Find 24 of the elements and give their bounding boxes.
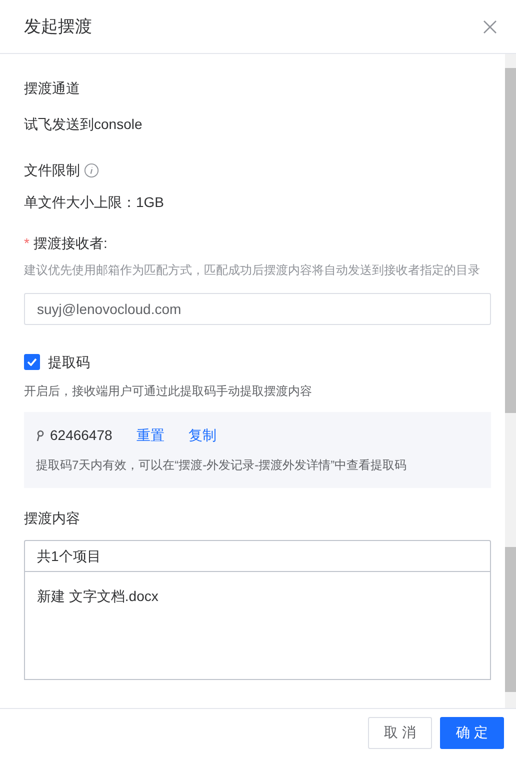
field-value: 试飞发送到console bbox=[24, 115, 144, 134]
file-item[interactable]: 新建 文字文档.docx bbox=[37, 586, 478, 606]
field-label: 摆渡内容 bbox=[24, 509, 81, 528]
extraction-code: 62466478 bbox=[50, 426, 112, 445]
info-icon[interactable] bbox=[84, 162, 99, 178]
email-field[interactable]: suyj@lenovocloud.com bbox=[24, 293, 491, 325]
note-text: 提取码7天内有效，可以在“摆渡-外发记录-摆渡外发详情”中查看提取码 bbox=[36, 457, 408, 473]
item-count: 共1个项目 bbox=[37, 546, 101, 566]
checkbox-label: 提取码 bbox=[48, 353, 90, 372]
dialog-title: 发起摆渡 bbox=[24, 16, 92, 38]
field-value: 单文件大小上限：1GB bbox=[24, 193, 166, 212]
text-link[interactable]: 重置 bbox=[136, 425, 164, 446]
field-label: 文件限制 bbox=[24, 161, 80, 180]
cancel-button[interactable]: 取 消 bbox=[368, 716, 432, 748]
checkbox[interactable] bbox=[24, 354, 40, 370]
field-label: 摆渡接收者: bbox=[33, 234, 108, 253]
hint-text: 建议优先使用邮箱作为匹配方式，匹配成功后摆渡内容将自动发送到接收者指定的目录 bbox=[24, 262, 481, 278]
check-icon bbox=[27, 358, 37, 366]
hint-text: 开启后，接收端用户可通过此提取码手动提取摆渡内容 bbox=[24, 383, 313, 399]
text-link[interactable]: 复制 bbox=[188, 425, 216, 446]
key-icon bbox=[36, 430, 44, 442]
required-mark: * bbox=[24, 234, 30, 253]
confirm-button[interactable]: 确 定 bbox=[440, 716, 504, 748]
field-label: 摆渡通道 bbox=[24, 79, 81, 98]
